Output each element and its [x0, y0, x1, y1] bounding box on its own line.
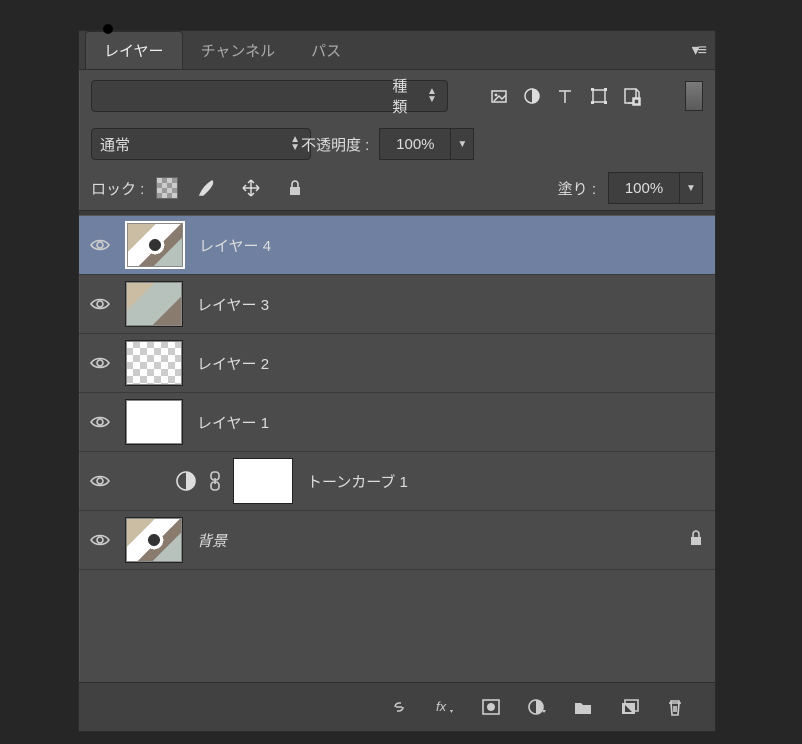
filter-kind-label: 種類 — [392, 75, 421, 117]
filter-adjustment-icon[interactable] — [519, 81, 546, 111]
layer-thumbnail[interactable] — [125, 340, 183, 386]
filter-toggle[interactable] — [685, 81, 703, 111]
svg-text:fx: fx — [436, 699, 447, 714]
delete-layer-icon[interactable] — [665, 697, 685, 717]
opacity-field[interactable]: 100% — [379, 128, 451, 160]
blend-mode-value: 通常 — [100, 134, 130, 155]
visibility-icon[interactable] — [89, 297, 111, 311]
lock-label: ロック : — [91, 178, 144, 199]
link-layers-icon[interactable] — [389, 697, 409, 717]
mask-link-icon[interactable] — [207, 470, 223, 492]
fill-dropdown-button[interactable]: ▼ — [680, 172, 703, 204]
filter-smartobject-icon[interactable] — [618, 81, 645, 111]
lock-all-icon[interactable] — [280, 173, 310, 203]
layer-row[interactable]: トーンカーブ 1 — [79, 452, 715, 511]
fill-label: 塗り : — [558, 178, 596, 199]
lock-icon — [687, 529, 705, 551]
panel-menu-icon[interactable]: ▾≡ — [692, 40, 705, 60]
lock-position-icon[interactable] — [236, 173, 266, 203]
new-adjustment-icon[interactable] — [527, 697, 547, 717]
lock-transparency-icon[interactable] — [156, 177, 178, 199]
layer-mask-thumbnail[interactable] — [233, 458, 293, 504]
filter-pixel-icon[interactable] — [485, 81, 512, 111]
visibility-icon[interactable] — [89, 415, 111, 429]
add-mask-icon[interactable] — [481, 697, 501, 717]
visibility-icon[interactable] — [89, 238, 111, 252]
lock-row: ロック : 塗り : 100% ▼ — [79, 166, 715, 210]
filter-kind-dropdown[interactable]: 種類 ▲▼ — [91, 80, 448, 112]
panel-bottom-bar: fx — [79, 682, 715, 731]
layer-name[interactable]: レイヤー 4 — [199, 235, 705, 256]
opacity-dropdown-button[interactable]: ▼ — [451, 128, 474, 160]
layer-name[interactable]: トーンカーブ 1 — [307, 471, 705, 492]
layer-name[interactable]: レイヤー 3 — [197, 294, 705, 315]
layer-thumbnail[interactable] — [125, 517, 183, 563]
visibility-icon[interactable] — [89, 533, 111, 547]
visibility-icon[interactable] — [89, 474, 111, 488]
layer-name[interactable]: レイヤー 1 — [197, 412, 705, 433]
adjustment-layer-icon — [175, 470, 197, 492]
new-group-icon[interactable] — [573, 697, 593, 717]
layer-row[interactable]: 背景 — [79, 511, 715, 570]
layer-row[interactable]: レイヤー 1 — [79, 393, 715, 452]
opacity-label: 不透明度 : — [301, 134, 369, 155]
layer-style-icon[interactable]: fx — [435, 697, 455, 717]
stepper-arrows-icon: ▲▼ — [290, 136, 300, 152]
stepper-arrows-icon: ▲▼ — [427, 88, 437, 104]
layer-list: レイヤー 4 レイヤー 3 レイヤー 2 レイヤー 1 トーンカーブ — [79, 216, 715, 570]
lock-paint-icon[interactable] — [192, 173, 222, 203]
layer-row[interactable]: レイヤー 4 — [79, 216, 715, 275]
layer-thumbnail[interactable] — [125, 221, 185, 269]
blend-row: 通常 ▲▼ 不透明度 : 100% ▼ — [79, 122, 715, 166]
layer-name[interactable]: 背景 — [197, 530, 673, 551]
layer-thumbnail[interactable] — [125, 281, 183, 327]
blend-mode-dropdown[interactable]: 通常 ▲▼ — [91, 128, 311, 160]
layers-panel: レイヤー チャンネル パス ▾≡ 種類 ▲▼ 通常 ▲▼ 不透明度 : 100%… — [78, 30, 716, 732]
filter-type-icon[interactable] — [552, 81, 579, 111]
fill-field[interactable]: 100% — [608, 172, 680, 204]
visibility-icon[interactable] — [89, 356, 111, 370]
new-layer-icon[interactable] — [619, 697, 639, 717]
filter-shape-icon[interactable] — [585, 81, 612, 111]
layer-thumbnail[interactable] — [125, 399, 183, 445]
layer-row[interactable]: レイヤー 3 — [79, 275, 715, 334]
layer-row[interactable]: レイヤー 2 — [79, 334, 715, 393]
filter-row: 種類 ▲▼ — [79, 70, 715, 122]
layer-name[interactable]: レイヤー 2 — [197, 353, 705, 374]
